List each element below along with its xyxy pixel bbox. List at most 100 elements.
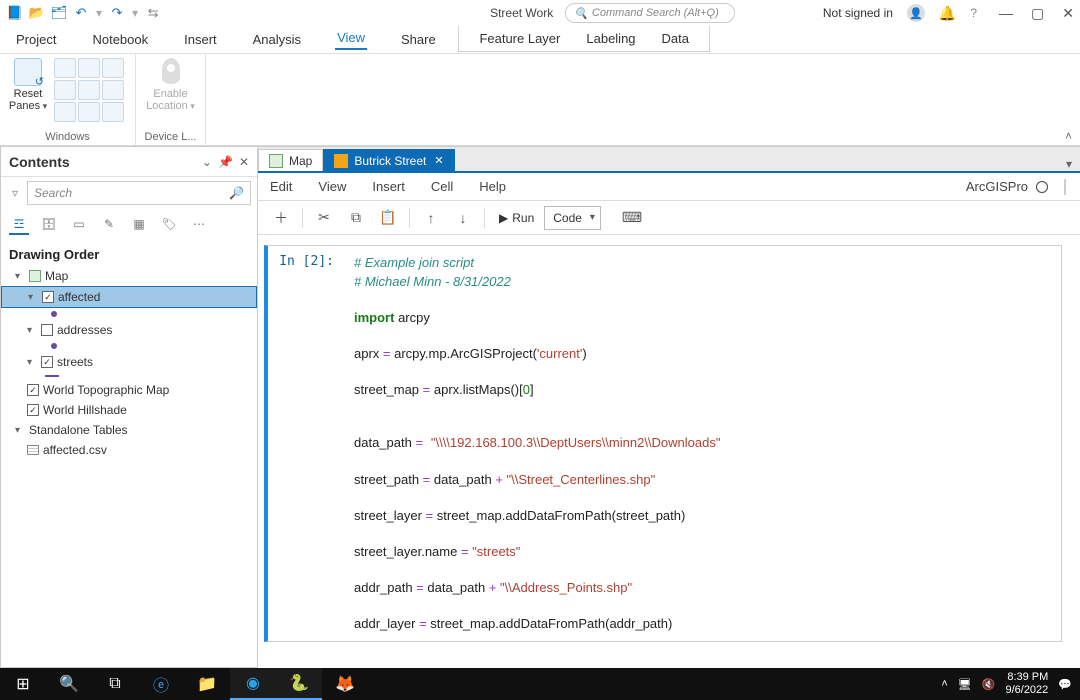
taskbar-explorer-icon[interactable]: 📁 xyxy=(184,668,230,700)
pane-btn-7[interactable] xyxy=(54,102,76,122)
pane-btn-6[interactable] xyxy=(102,80,124,100)
taskbar-firefox-icon[interactable]: 🦊 xyxy=(322,668,368,700)
ribbon-tab-project[interactable]: Project xyxy=(14,32,58,47)
context-tab-feature-layer[interactable]: Feature Layer xyxy=(479,31,560,46)
expand-icon[interactable]: ▾ xyxy=(15,425,25,436)
pane-options-icon[interactable]: ⌄ xyxy=(202,155,212,169)
window-minimize[interactable]: — xyxy=(999,5,1013,22)
nb-cut-icon[interactable]: ✂ xyxy=(309,205,339,231)
cell-code[interactable]: # Example join script # Michael Minn - 8… xyxy=(344,246,1061,641)
expand-icon[interactable]: ▾ xyxy=(15,271,25,282)
qat-undo-icon[interactable]: ↶ xyxy=(72,4,90,22)
close-tab-icon[interactable]: ✕ xyxy=(434,154,443,167)
pane-close-icon[interactable]: ✕ xyxy=(239,155,249,169)
context-tab-data[interactable]: Data xyxy=(662,31,689,46)
tree-layer-streets[interactable]: ▾ ✓ streets xyxy=(1,352,257,372)
expand-icon[interactable]: ▾ xyxy=(27,325,37,336)
nb-keyboard-icon[interactable]: ⌨ xyxy=(617,205,647,231)
view-more-icon[interactable]: ⋯ xyxy=(189,215,209,235)
contents-search[interactable]: Search 🔎 xyxy=(27,181,251,205)
task-view-icon[interactable]: ⧉ xyxy=(92,668,138,700)
pane-btn-8[interactable] xyxy=(78,102,100,122)
tree-sym-streets[interactable] xyxy=(1,372,257,380)
start-button[interactable]: ⊞ xyxy=(0,668,46,700)
qat-save-icon[interactable]: 📘 xyxy=(6,4,24,22)
notifications-icon[interactable]: 🔔 xyxy=(939,5,956,22)
context-tab-labeling[interactable]: Labeling xyxy=(586,31,635,46)
notebook-body[interactable]: In [2]: # Example join script # Michael … xyxy=(258,235,1080,668)
checkbox-icon[interactable] xyxy=(41,324,53,336)
expand-icon[interactable]: ▾ xyxy=(28,292,38,303)
taskbar-arcgis-icon[interactable]: ◉ xyxy=(230,668,276,700)
tray-network-icon[interactable]: 🖥 xyxy=(958,678,972,691)
pane-btn-3[interactable] xyxy=(102,58,124,78)
taskbar-search-icon[interactable]: 🔍 xyxy=(46,668,92,700)
qat-open-icon[interactable]: 📂 xyxy=(28,4,46,22)
view-tab-notebook[interactable]: Butrick Street ✕ xyxy=(323,149,454,171)
expand-icon[interactable]: ▾ xyxy=(27,357,37,368)
view-label-icon[interactable]: 🏷 xyxy=(159,215,179,235)
enable-location-button[interactable]: Enable Location ▾ xyxy=(142,58,199,112)
checkbox-icon[interactable]: ✓ xyxy=(42,291,54,303)
ribbon-tab-analysis[interactable]: Analysis xyxy=(251,32,303,47)
tree-layer-whs[interactable]: ✓ World Hillshade xyxy=(1,400,257,420)
ribbon-tab-share[interactable]: Share xyxy=(399,32,438,47)
tree-layer-affected[interactable]: ▾ ✓ affected xyxy=(1,286,257,308)
tree-sym-addresses[interactable] xyxy=(1,340,257,352)
reset-panes-button[interactable]: Reset Panes ▾ xyxy=(6,58,50,122)
nb-menu-help[interactable]: Help xyxy=(479,179,506,194)
tree-table-affected-csv[interactable]: affected.csv xyxy=(1,440,257,460)
nb-move-up-icon[interactable]: ↑ xyxy=(416,205,446,231)
nb-paste-icon[interactable]: 📋 xyxy=(373,205,403,231)
tree-standalone-tables[interactable]: ▾ Standalone Tables xyxy=(1,420,257,440)
tray-volume-icon[interactable]: 🔇 xyxy=(982,678,996,691)
nb-add-cell-icon[interactable]: ＋ xyxy=(266,205,296,231)
command-search[interactable]: 🔍 Command Search (Alt+Q) xyxy=(565,3,735,23)
qat-print-icon[interactable]: 🗂 xyxy=(50,4,68,22)
tree-map[interactable]: ▾ Map xyxy=(1,266,257,286)
pane-btn-2[interactable] xyxy=(78,58,100,78)
nb-celltype-select[interactable]: Code xyxy=(544,206,601,230)
qat-more-icon[interactable]: ⇆ xyxy=(144,4,162,22)
view-tab-map[interactable]: Map xyxy=(258,149,323,171)
taskbar-clock[interactable]: 8:39 PM 9/6/2022 xyxy=(1005,671,1048,696)
window-maximize[interactable]: ▢ xyxy=(1031,5,1044,22)
view-selection-icon[interactable]: ▭ xyxy=(69,215,89,235)
kernel-status-icon[interactable] xyxy=(1036,181,1048,193)
pane-btn-1[interactable] xyxy=(54,58,76,78)
nb-copy-icon[interactable]: ⧉ xyxy=(341,205,371,231)
nb-menu-edit[interactable]: Edit xyxy=(270,179,292,194)
window-close[interactable]: ✕ xyxy=(1062,5,1074,22)
filter-icon[interactable]: ▿ xyxy=(7,186,23,200)
pane-pin-icon[interactable]: 📌 xyxy=(218,155,233,169)
pane-btn-4[interactable] xyxy=(54,80,76,100)
notification-center-icon[interactable]: 💬 xyxy=(1058,678,1072,691)
view-source-icon[interactable]: 🗄 xyxy=(39,215,59,235)
qat-redo-icon[interactable]: ↷ xyxy=(108,4,126,22)
ribbon-tab-notebook[interactable]: Notebook xyxy=(90,32,150,47)
ribbon-collapse-icon[interactable]: ˄ xyxy=(1065,129,1072,143)
nb-menu-insert[interactable]: Insert xyxy=(372,179,405,194)
taskbar-python-icon[interactable]: 🐍 xyxy=(276,668,322,700)
nb-run-button[interactable]: ▶ Run xyxy=(491,205,542,231)
nb-move-down-icon[interactable]: ↓ xyxy=(448,205,478,231)
view-edit-icon[interactable]: ✎ xyxy=(99,215,119,235)
nb-menu-view[interactable]: View xyxy=(318,179,346,194)
checkbox-icon[interactable]: ✓ xyxy=(27,384,39,396)
view-snapping-icon[interactable]: ▦ xyxy=(129,215,149,235)
pane-btn-5[interactable] xyxy=(78,80,100,100)
ribbon-tab-view[interactable]: View xyxy=(335,30,367,50)
tree-layer-addresses[interactable]: ▾ addresses xyxy=(1,320,257,340)
tree-layer-wtm[interactable]: ✓ World Topographic Map xyxy=(1,380,257,400)
nb-menu-cell[interactable]: Cell xyxy=(431,179,453,194)
avatar-icon[interactable]: 👤 xyxy=(907,4,925,22)
taskbar-ie-icon[interactable]: ⓔ xyxy=(138,668,184,700)
tree-sym-affected[interactable] xyxy=(1,308,257,320)
checkbox-icon[interactable]: ✓ xyxy=(41,356,53,368)
tray-up-icon[interactable]: ˄ xyxy=(941,678,947,690)
tab-overflow-icon[interactable]: ▾ xyxy=(1058,157,1080,171)
code-cell[interactable]: In [2]: # Example join script # Michael … xyxy=(264,245,1062,642)
view-drawing-order-icon[interactable]: ☲ xyxy=(9,215,29,235)
checkbox-icon[interactable]: ✓ xyxy=(27,404,39,416)
signin-status[interactable]: Not signed in xyxy=(823,6,893,20)
